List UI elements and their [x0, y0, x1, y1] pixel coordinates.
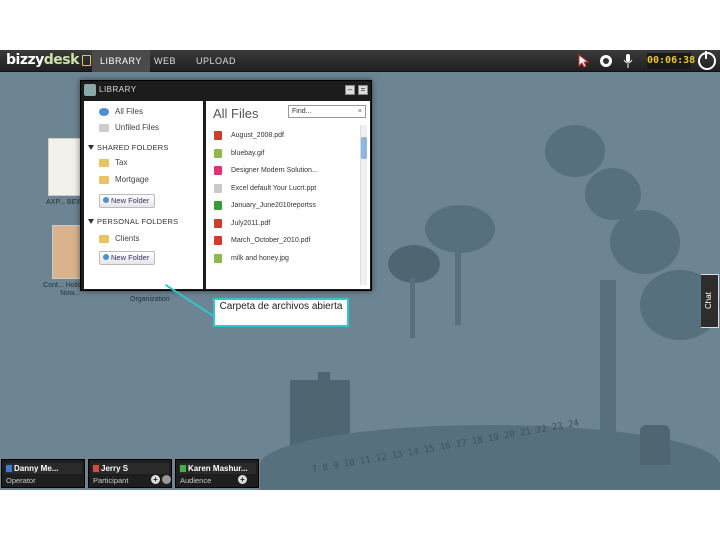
file-name: January_June2010reportss [231, 202, 316, 209]
participant-role: Participant [93, 476, 129, 485]
file-list-panel: All Files Find... × August_2008.pdfblueb… [206, 101, 370, 289]
file-list-title: All Files [213, 106, 259, 121]
globe-icon [99, 108, 109, 116]
file-row[interactable]: bluebay.gif [214, 146, 354, 161]
new-personal-folder-button[interactable]: New Folder [99, 251, 156, 265]
sidebar-item-mortgage[interactable]: Mortgage [84, 172, 203, 188]
session-timer: 00:06:38 [647, 53, 695, 69]
shared-folders-header[interactable]: SHARED FOLDERS [88, 143, 169, 153]
personal-folders-header[interactable]: PERSONAL FOLDERS [88, 217, 178, 227]
participant-card-participant[interactable]: Jerry S Participant + [88, 459, 172, 488]
file-name: August_2008.pdf [231, 132, 284, 139]
file-row[interactable]: Excel default Your Lucrt.ppt [214, 181, 354, 196]
file-name: Designer Modern Solution... [231, 167, 318, 174]
chat-tab[interactable]: Chat [701, 274, 719, 328]
file-row[interactable]: August_2008.pdf [214, 128, 354, 143]
participant-bar: Danny Me... Operator Jerry S Participant… [0, 459, 720, 490]
status-indicator [93, 465, 99, 472]
pdf-icon [214, 131, 222, 140]
file-name: July2011.pdf [231, 219, 271, 227]
ppt-icon [214, 183, 222, 193]
plus-icon [103, 254, 109, 260]
microphone-icon[interactable] [620, 53, 636, 69]
file-name: milk and honey.jpg [231, 254, 289, 262]
desktop-organization-label: Organization [130, 296, 170, 303]
add-icon[interactable]: + [238, 475, 247, 484]
expand-icon [88, 145, 94, 150]
status-indicator [180, 465, 186, 472]
find-input[interactable]: Find... × [288, 105, 366, 118]
pdf-icon [214, 236, 222, 245]
image-icon [214, 253, 222, 263]
folder-icon [99, 235, 109, 243]
new-shared-folder-button[interactable]: New Folder [99, 194, 156, 208]
participant-card-operator[interactable]: Danny Me... Operator [1, 459, 85, 488]
library-sidebar: All Files Unfiled Files SHARED FOLDERS T… [84, 101, 203, 289]
maximize-button[interactable]: = [358, 85, 368, 95]
sidebar-item-unfiled-files[interactable]: Unfiled Files [84, 120, 203, 136]
webcam-icon[interactable] [598, 53, 614, 69]
tab-upload[interactable]: UPLOAD [188, 50, 244, 72]
microphone-icon[interactable] [162, 475, 171, 484]
library-icon [82, 55, 91, 66]
file-name: Excel default Your Lucrt.ppt [231, 184, 317, 192]
sidebar-item-all-files[interactable]: All Files [84, 104, 203, 120]
tab-library[interactable]: LIBRARY [92, 50, 150, 72]
participant-role: Audience [180, 476, 212, 485]
library-title: LIBRARY [99, 85, 137, 94]
file-row[interactable]: July2011.pdf [214, 216, 354, 231]
scrollbar-thumb[interactable] [361, 137, 367, 159]
file-name: March_October_2010.pdf [231, 237, 311, 244]
sidebar-item-tax[interactable]: Tax [84, 155, 203, 171]
pdf-icon [214, 218, 222, 228]
participant-name: Karen Mashur... [188, 464, 248, 473]
file-list-scrollbar[interactable] [360, 125, 367, 285]
folder-icon [99, 176, 109, 184]
app-window: 7 8 9 10 11 12 13 14 15 16 17 18 19 20 2… [0, 50, 720, 490]
participant-role: Operator [6, 476, 36, 485]
annotation-callout: Carpeta de archivos abierta [213, 298, 349, 327]
file-row[interactable]: milk and honey.jpg [214, 251, 354, 266]
folder-icon [99, 159, 109, 167]
file-row[interactable]: March_October_2010.pdf [214, 233, 354, 248]
participant-name: Danny Me... [14, 464, 59, 473]
file-name: bluebay.gif [231, 149, 265, 157]
file-row[interactable]: Designer Modern Solution... [214, 163, 354, 178]
file-row[interactable]: January_June2010reportss [214, 198, 354, 213]
image-icon [214, 148, 222, 158]
pointer-icon[interactable] [576, 53, 592, 69]
plus-icon [103, 197, 109, 203]
tab-web[interactable]: WEB [146, 50, 184, 72]
flickr-icon [214, 166, 222, 175]
library-window: LIBRARY – = All Files Unfiled Files SHAR… [80, 80, 372, 291]
sidebar-item-clients[interactable]: Clients [84, 231, 203, 247]
expand-icon [88, 219, 94, 224]
clear-search-icon[interactable]: × [358, 106, 362, 117]
power-icon[interactable] [698, 51, 716, 70]
tray-icon [99, 124, 109, 132]
status-indicator [6, 465, 12, 472]
top-bar: bizzydesk LIBRARY WEB UPLOAD 00:06:38 [0, 50, 720, 72]
add-icon[interactable]: + [151, 475, 160, 484]
minimize-button[interactable]: – [345, 85, 355, 95]
participant-card-audience[interactable]: Karen Mashur... Audience + [175, 459, 259, 488]
bizzydesk-logo: bizzydesk [6, 52, 79, 68]
participant-name: Jerry S [101, 464, 129, 473]
excel-icon [214, 201, 222, 210]
